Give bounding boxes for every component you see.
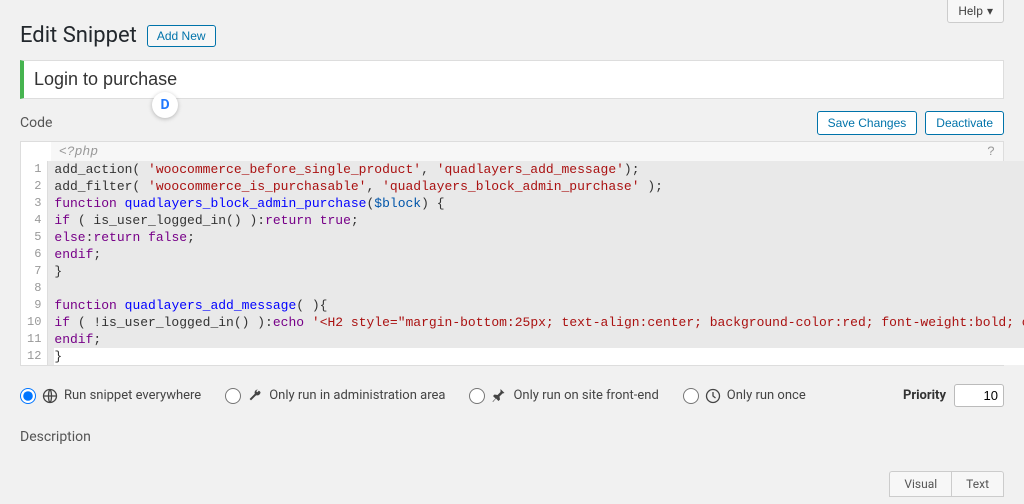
run-admin-option[interactable]: Only run in administration area	[225, 388, 445, 404]
clock-icon	[705, 388, 721, 404]
run-everywhere-radio[interactable]	[20, 388, 36, 404]
run-once-radio[interactable]	[683, 388, 699, 404]
description-editor-tabs: Visual Text	[889, 471, 1004, 497]
chevron-down-icon: ▾	[987, 4, 993, 18]
page-header: Edit Snippet Add New	[0, 23, 1024, 60]
add-new-button[interactable]: Add New	[147, 25, 216, 47]
priority-label: Priority	[903, 388, 946, 403]
run-frontend-option[interactable]: Only run on site front-end	[469, 388, 658, 404]
deactivate-button[interactable]: Deactivate	[925, 111, 1004, 135]
run-scope-options: Run snippet everywhere Only run in admin…	[0, 376, 1024, 423]
wrench-icon	[247, 388, 263, 404]
tab-text[interactable]: Text	[951, 471, 1004, 497]
code-content[interactable]: add_action( 'woocommerce_before_single_p…	[48, 161, 1024, 365]
description-section-label: Description	[0, 423, 1024, 457]
priority-group: Priority	[903, 384, 1004, 407]
line-gutter: 123456 789101112	[21, 161, 48, 365]
save-changes-button[interactable]: Save Changes	[817, 111, 918, 135]
help-label: Help	[958, 4, 983, 18]
code-section-label: Code	[20, 115, 52, 131]
priority-input[interactable]	[954, 384, 1004, 407]
pin-icon	[491, 388, 507, 404]
run-admin-radio[interactable]	[225, 388, 241, 404]
run-everywhere-option[interactable]: Run snippet everywhere	[20, 388, 201, 404]
php-open-tag: <?php	[51, 142, 1003, 161]
code-editor[interactable]: <?php 123456 789101112 add_action( 'wooc…	[20, 141, 1004, 366]
tab-visual[interactable]: Visual	[889, 471, 951, 497]
page-title: Edit Snippet	[20, 23, 137, 48]
run-once-option[interactable]: Only run once	[683, 388, 806, 404]
run-frontend-radio[interactable]	[469, 388, 485, 404]
help-button[interactable]: Help ▾	[947, 0, 1004, 23]
drift-badge-icon[interactable]: D	[152, 92, 178, 118]
globe-icon	[42, 388, 58, 404]
